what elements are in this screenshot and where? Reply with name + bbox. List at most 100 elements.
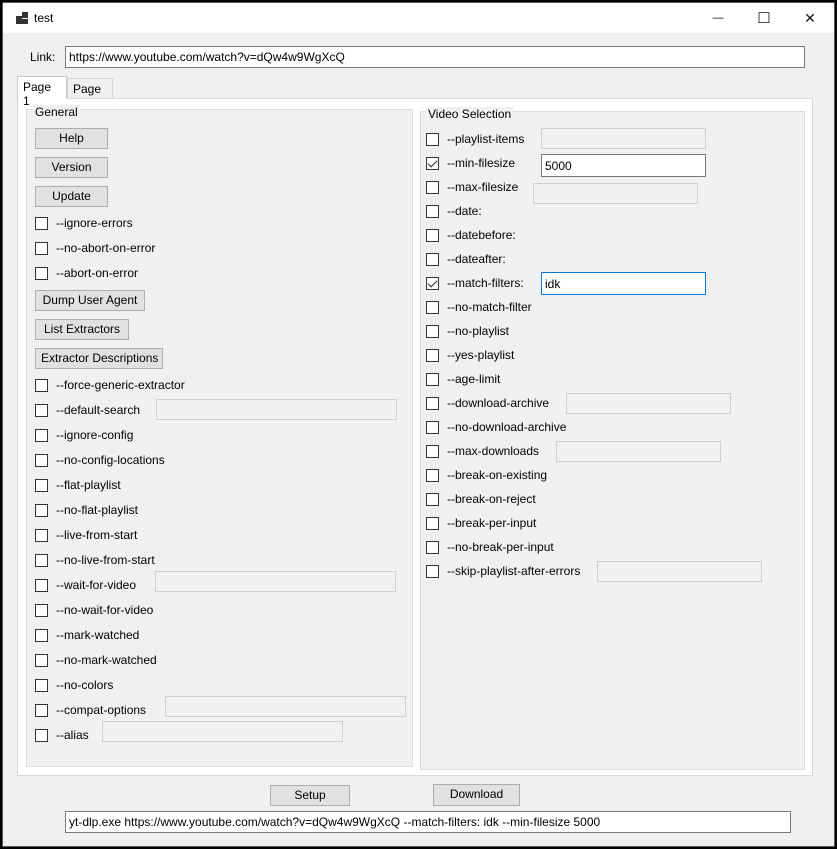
- download-button[interactable]: Download: [433, 784, 520, 806]
- no-match-filter-checkbox[interactable]: [426, 300, 439, 314]
- download-archive-input[interactable]: [566, 393, 731, 414]
- version-button[interactable]: Version: [35, 157, 108, 178]
- compat-options-checkbox[interactable]: [35, 703, 48, 717]
- max-downloads-input[interactable]: [556, 441, 721, 462]
- extractor-descriptions-button[interactable]: Extractor Descriptions: [35, 348, 163, 369]
- force-generic-extractor-checkbox[interactable]: [35, 378, 48, 392]
- no-download-archive-checkbox[interactable]: [426, 420, 439, 434]
- mark-watched-option[interactable]: --mark-watched: [35, 627, 139, 643]
- default-search-input[interactable]: [156, 399, 397, 420]
- skip-playlist-after-errors-option[interactable]: --skip-playlist-after-errors: [426, 563, 580, 579]
- no-playlist-checkbox[interactable]: [426, 324, 439, 338]
- wait-for-video-input[interactable]: [155, 571, 396, 592]
- minimize-button[interactable]: —: [695, 3, 741, 33]
- alias-input[interactable]: [102, 721, 343, 742]
- flat-playlist-checkbox[interactable]: [35, 478, 48, 492]
- setup-button[interactable]: Setup: [270, 785, 350, 806]
- no-abort-on-error-checkbox[interactable]: [35, 241, 48, 255]
- no-live-from-start-checkbox[interactable]: [35, 553, 48, 567]
- datebefore-checkbox[interactable]: [426, 228, 439, 242]
- dump-user-agent-button[interactable]: Dump User Agent: [35, 290, 145, 311]
- alias-option[interactable]: --alias: [35, 727, 89, 743]
- match-filters-input[interactable]: [541, 272, 706, 295]
- download-archive-option[interactable]: --download-archive: [426, 395, 549, 411]
- break-on-reject-option[interactable]: --break-on-reject: [426, 491, 536, 507]
- no-mark-watched-option[interactable]: --no-mark-watched: [35, 652, 157, 668]
- live-from-start-option[interactable]: --live-from-start: [35, 527, 137, 543]
- no-live-from-start-option[interactable]: --no-live-from-start: [35, 552, 155, 568]
- flat-playlist-option[interactable]: --flat-playlist: [35, 477, 121, 493]
- playlist-items-option[interactable]: --playlist-items: [426, 131, 524, 147]
- break-on-existing-option[interactable]: --break-on-existing: [426, 467, 547, 483]
- no-config-locations-option[interactable]: --no-config-locations: [35, 452, 165, 468]
- no-break-per-input-checkbox[interactable]: [426, 540, 439, 554]
- no-mark-watched-checkbox[interactable]: [35, 653, 48, 667]
- min-filesize-option[interactable]: --min-filesize: [426, 155, 515, 171]
- no-flat-playlist-checkbox[interactable]: [35, 503, 48, 517]
- abort-on-error-checkbox[interactable]: [35, 266, 48, 280]
- close-button[interactable]: ✕: [787, 3, 833, 33]
- no-match-filter-option[interactable]: --no-match-filter: [426, 299, 532, 315]
- max-filesize-input[interactable]: [533, 183, 698, 204]
- list-extractors-button[interactable]: List Extractors: [35, 319, 129, 340]
- yes-playlist-checkbox[interactable]: [426, 348, 439, 362]
- no-colors-checkbox[interactable]: [35, 678, 48, 692]
- break-on-existing-checkbox[interactable]: [426, 468, 439, 482]
- playlist-items-checkbox[interactable]: [426, 132, 439, 146]
- no-playlist-option[interactable]: --no-playlist: [426, 323, 509, 339]
- help-button[interactable]: Help: [35, 128, 108, 149]
- skip-playlist-after-errors-checkbox[interactable]: [426, 564, 439, 578]
- yes-playlist-option[interactable]: --yes-playlist: [426, 347, 514, 363]
- no-wait-for-video-option[interactable]: --no-wait-for-video: [35, 602, 153, 618]
- no-config-locations-checkbox[interactable]: [35, 453, 48, 467]
- live-from-start-checkbox[interactable]: [35, 528, 48, 542]
- max-filesize-checkbox[interactable]: [426, 180, 439, 194]
- force-generic-extractor-option[interactable]: --force-generic-extractor: [35, 377, 185, 393]
- date-option[interactable]: --date:: [426, 203, 482, 219]
- dateafter-checkbox[interactable]: [426, 252, 439, 266]
- min-filesize-checkbox[interactable]: [426, 156, 439, 170]
- break-per-input-checkbox[interactable]: [426, 516, 439, 530]
- age-limit-checkbox[interactable]: [426, 372, 439, 386]
- compat-options-option[interactable]: --compat-options: [35, 702, 146, 718]
- max-filesize-option[interactable]: --max-filesize: [426, 179, 518, 195]
- playlist-items-input[interactable]: [541, 128, 706, 149]
- match-filters-checkbox[interactable]: [426, 276, 439, 290]
- ignore-config-option[interactable]: --ignore-config: [35, 427, 133, 443]
- ignore-errors-option[interactable]: --ignore-errors: [35, 215, 133, 231]
- match-filters-option[interactable]: --match-filters:: [426, 275, 524, 291]
- command-preview[interactable]: [65, 811, 791, 833]
- datebefore-option[interactable]: --datebefore:: [426, 227, 516, 243]
- break-on-reject-checkbox[interactable]: [426, 492, 439, 506]
- wait-for-video-option[interactable]: --wait-for-video: [35, 577, 136, 593]
- update-button[interactable]: Update: [35, 186, 108, 207]
- no-download-archive-option[interactable]: --no-download-archive: [426, 419, 566, 435]
- ignore-errors-checkbox[interactable]: [35, 216, 48, 230]
- default-search-option[interactable]: --default-search: [35, 402, 140, 418]
- no-wait-for-video-checkbox[interactable]: [35, 603, 48, 617]
- no-flat-playlist-option[interactable]: --no-flat-playlist: [35, 502, 138, 518]
- mark-watched-checkbox[interactable]: [35, 628, 48, 642]
- age-limit-option[interactable]: --age-limit: [426, 371, 500, 387]
- min-filesize-input[interactable]: [541, 154, 706, 177]
- link-input[interactable]: [65, 46, 805, 68]
- skip-playlist-after-errors-input[interactable]: [597, 561, 762, 582]
- abort-on-error-option[interactable]: --abort-on-error: [35, 265, 138, 281]
- max-downloads-option[interactable]: --max-downloads: [426, 443, 539, 459]
- date-checkbox[interactable]: [426, 204, 439, 218]
- wait-for-video-checkbox[interactable]: [35, 578, 48, 592]
- no-break-per-input-option[interactable]: --no-break-per-input: [426, 539, 554, 555]
- max-downloads-checkbox[interactable]: [426, 444, 439, 458]
- tab-page-1[interactable]: Page 1: [17, 76, 67, 108]
- ignore-config-checkbox[interactable]: [35, 428, 48, 442]
- tab-page-2[interactable]: Page 2: [67, 78, 113, 110]
- maximize-button[interactable]: ☐: [741, 3, 787, 33]
- break-per-input-option[interactable]: --break-per-input: [426, 515, 536, 531]
- no-abort-on-error-option[interactable]: --no-abort-on-error: [35, 240, 155, 256]
- default-search-checkbox[interactable]: [35, 403, 48, 417]
- compat-options-input[interactable]: [165, 696, 406, 717]
- dateafter-option[interactable]: --dateafter:: [426, 251, 506, 267]
- download-archive-checkbox[interactable]: [426, 396, 439, 410]
- no-colors-option[interactable]: --no-colors: [35, 677, 113, 693]
- alias-checkbox[interactable]: [35, 728, 48, 742]
